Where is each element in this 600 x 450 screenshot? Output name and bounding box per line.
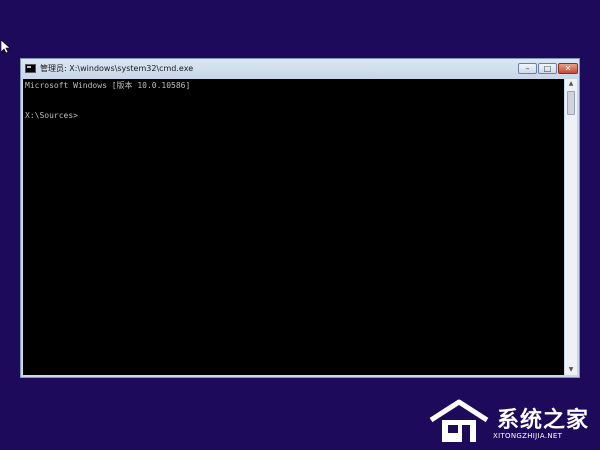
vertical-scrollbar[interactable]: ▲ ▼ xyxy=(565,79,577,375)
maximize-button[interactable]: □ xyxy=(538,63,557,74)
scroll-up-arrow[interactable]: ▲ xyxy=(565,79,577,89)
cmd-icon xyxy=(25,64,36,73)
watermark-name: 系统之家 xyxy=(497,408,590,433)
console-line-version: Microsoft Windows [版本 10.0.10586] xyxy=(25,81,191,90)
title-bar[interactable]: 管理员: X:\windows\system32\cmd.exe – □ ✕ xyxy=(21,59,579,79)
scroll-down-arrow[interactable]: ▼ xyxy=(565,365,577,375)
console-output[interactable]: Microsoft Windows [版本 10.0.10586] X:\Sou… xyxy=(23,79,564,375)
watermark-url: XITONGZHIJIA.NET xyxy=(493,432,563,440)
scroll-thumb[interactable] xyxy=(567,91,575,115)
close-button[interactable]: ✕ xyxy=(558,63,578,74)
window-title: 管理员: X:\windows\system32\cmd.exe xyxy=(40,64,194,73)
minimize-button[interactable]: – xyxy=(518,63,537,74)
cmd-window[interactable]: 管理员: X:\windows\system32\cmd.exe – □ ✕ M… xyxy=(20,58,580,378)
mouse-cursor-icon xyxy=(1,40,11,54)
house-logo-icon xyxy=(429,399,489,442)
console-prompt[interactable]: X:\Sources> xyxy=(25,111,78,120)
watermark: 系统之家 XITONGZHIJIA.NET xyxy=(425,398,595,446)
